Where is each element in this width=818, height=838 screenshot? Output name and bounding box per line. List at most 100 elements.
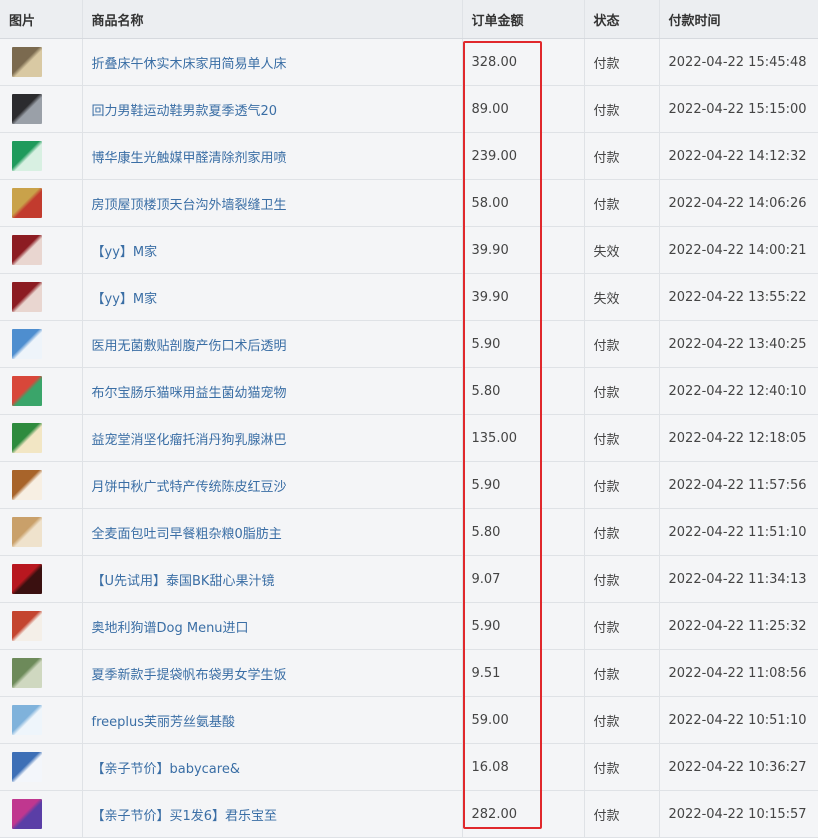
product-name-link[interactable]: freeplus芙丽芳丝氨基酸 bbox=[92, 715, 236, 730]
table-row[interactable]: 夏季新款手提袋帆布袋男女学生饭 9.51 付款 2022-04-22 11:08:56 bbox=[0, 649, 818, 697]
table-row[interactable]: 全麦面包吐司早餐粗杂粮0脂肪主 5.80 付款 2022-04-22 11:51:10 bbox=[0, 508, 818, 556]
product-name-cell: 夏季新款手提袋帆布袋男女学生饭 bbox=[82, 649, 463, 697]
product-image-cell bbox=[0, 508, 83, 556]
order-amount: 59.00 bbox=[462, 696, 585, 744]
payment-time: 2022-04-22 10:51:10 bbox=[659, 696, 818, 744]
product-name-cell: 医用无菌敷贴剖腹产伤口术后透明 bbox=[82, 320, 463, 368]
payment-time: 2022-04-22 12:18:05 bbox=[659, 414, 818, 462]
table-row[interactable]: 奥地利狗谱Dog Menu进口 5.90 付款 2022-04-22 11:25:32 bbox=[0, 602, 818, 650]
product-image-cell bbox=[0, 38, 83, 86]
table-row[interactable]: 房顶屋顶楼顶天台沟外墙裂缝卫生 58.00 付款 2022-04-22 14:06:2… bbox=[0, 179, 818, 227]
product-thumbnail[interactable] bbox=[12, 235, 42, 265]
product-thumbnail[interactable] bbox=[12, 376, 42, 406]
table-row[interactable]: 【亲子节价】买1发6】君乐宝至 282.00 付款 2022-04-22 10:15:… bbox=[0, 790, 818, 838]
payment-time: 2022-04-22 13:40:25 bbox=[659, 320, 818, 368]
payment-time: 2022-04-22 14:00:21 bbox=[659, 226, 818, 274]
order-amount: 5.80 bbox=[462, 367, 585, 415]
product-name-link[interactable]: 【亲子节价】买1发6】君乐宝至 bbox=[92, 809, 278, 824]
product-thumbnail[interactable] bbox=[12, 658, 42, 688]
product-name-link[interactable]: 【U先试用】泰国BK甜心果汁镜 bbox=[92, 574, 275, 589]
product-name-link[interactable]: 折叠床午休实木床家用简易单人床 bbox=[92, 57, 287, 72]
header-payment-time[interactable]: 付款时间 bbox=[659, 0, 818, 39]
table-row[interactable]: 【亲子节价】babycare& 16.08 付款 2022-04-22 10:36:2… bbox=[0, 743, 818, 791]
order-amount: 5.90 bbox=[462, 320, 585, 368]
order-amount: 58.00 bbox=[462, 179, 585, 227]
table-header-row: 图片 商品名称 订单金额 状态 付款时间 bbox=[0, 0, 818, 39]
table-row[interactable]: freeplus芙丽芳丝氨基酸 59.00 付款 2022-04-22 10:51:1… bbox=[0, 696, 818, 744]
product-image-cell bbox=[0, 461, 83, 509]
payment-time: 2022-04-22 15:45:48 bbox=[659, 38, 818, 86]
order-status: 付款 bbox=[584, 320, 660, 368]
product-name-link[interactable]: 【亲子节价】babycare& bbox=[92, 762, 240, 777]
product-thumbnail[interactable] bbox=[12, 517, 42, 547]
order-amount: 282.00 bbox=[462, 790, 585, 838]
order-status: 付款 bbox=[584, 696, 660, 744]
order-status: 付款 bbox=[584, 132, 660, 180]
order-amount: 5.80 bbox=[462, 508, 585, 556]
payment-time: 2022-04-22 12:40:10 bbox=[659, 367, 818, 415]
product-name-link[interactable]: 回力男鞋运动鞋男款夏季透气20 bbox=[92, 104, 278, 119]
product-thumbnail[interactable] bbox=[12, 470, 42, 500]
product-name-cell: 布尔宝肠乐猫咪用益生菌幼猫宠物 bbox=[82, 367, 463, 415]
product-name-cell: 益宠堂消坚化瘤托消丹狗乳腺淋巴 bbox=[82, 414, 463, 462]
order-status: 付款 bbox=[584, 414, 660, 462]
table-row[interactable]: 益宠堂消坚化瘤托消丹狗乳腺淋巴 135.00 付款 2022-04-22 12:18:… bbox=[0, 414, 818, 462]
payment-time: 2022-04-22 15:15:00 bbox=[659, 85, 818, 133]
order-amount: 16.08 bbox=[462, 743, 585, 791]
header-status[interactable]: 状态 bbox=[584, 0, 660, 39]
product-thumbnail[interactable] bbox=[12, 611, 42, 641]
product-image-cell bbox=[0, 602, 83, 650]
product-thumbnail[interactable] bbox=[12, 94, 42, 124]
order-status: 付款 bbox=[584, 38, 660, 86]
order-amount: 239.00 bbox=[462, 132, 585, 180]
product-name-cell: 全麦面包吐司早餐粗杂粮0脂肪主 bbox=[82, 508, 463, 556]
table-row[interactable]: 医用无菌敷贴剖腹产伤口术后透明 5.90 付款 2022-04-22 13:40:25 bbox=[0, 320, 818, 368]
product-thumbnail[interactable] bbox=[12, 705, 42, 735]
order-amount: 9.51 bbox=[462, 649, 585, 697]
product-name-link[interactable]: 奥地利狗谱Dog Menu进口 bbox=[92, 621, 249, 636]
order-amount: 9.07 bbox=[462, 555, 585, 603]
product-thumbnail[interactable] bbox=[12, 188, 42, 218]
product-thumbnail[interactable] bbox=[12, 752, 42, 782]
payment-time: 2022-04-22 11:08:56 bbox=[659, 649, 818, 697]
product-name-link[interactable]: 【yy】M家 bbox=[92, 245, 158, 260]
product-image-cell bbox=[0, 367, 83, 415]
product-thumbnail[interactable] bbox=[12, 282, 42, 312]
product-image-cell bbox=[0, 132, 83, 180]
product-name-cell: 【亲子节价】babycare& bbox=[82, 743, 463, 791]
order-status: 付款 bbox=[584, 461, 660, 509]
product-name-link[interactable]: 【yy】M家 bbox=[92, 292, 158, 307]
order-status: 付款 bbox=[584, 649, 660, 697]
table-row[interactable]: 【yy】M家 39.90 失效 2022-04-22 14:00:21 bbox=[0, 226, 818, 274]
product-image-cell bbox=[0, 85, 83, 133]
product-thumbnail[interactable] bbox=[12, 564, 42, 594]
product-thumbnail[interactable] bbox=[12, 423, 42, 453]
product-thumbnail[interactable] bbox=[12, 47, 42, 77]
product-image-cell bbox=[0, 790, 83, 838]
product-thumbnail[interactable] bbox=[12, 329, 42, 359]
product-name-link[interactable]: 夏季新款手提袋帆布袋男女学生饭 bbox=[92, 668, 287, 683]
payment-time: 2022-04-22 11:25:32 bbox=[659, 602, 818, 650]
product-name-link[interactable]: 益宠堂消坚化瘤托消丹狗乳腺淋巴 bbox=[92, 433, 287, 448]
product-name-link[interactable]: 医用无菌敷贴剖腹产伤口术后透明 bbox=[92, 339, 287, 354]
table-row[interactable]: 折叠床午休实木床家用简易单人床 328.00 付款 2022-04-22 15:45:… bbox=[0, 38, 818, 86]
table-row[interactable]: 【yy】M家 39.90 失效 2022-04-22 13:55:22 bbox=[0, 273, 818, 321]
order-amount: 5.90 bbox=[462, 602, 585, 650]
product-thumbnail[interactable] bbox=[12, 141, 42, 171]
header-image[interactable]: 图片 bbox=[0, 0, 83, 39]
table-row[interactable]: 回力男鞋运动鞋男款夏季透气20 89.00 付款 2022-04-22 15:15:0… bbox=[0, 85, 818, 133]
product-thumbnail[interactable] bbox=[12, 799, 42, 829]
header-product-name[interactable]: 商品名称 bbox=[82, 0, 463, 39]
product-name-link[interactable]: 布尔宝肠乐猫咪用益生菌幼猫宠物 bbox=[92, 386, 287, 401]
product-name-link[interactable]: 房顶屋顶楼顶天台沟外墙裂缝卫生 bbox=[92, 198, 287, 213]
product-name-link[interactable]: 博华康生光触媒甲醛清除剂家用喷 bbox=[92, 151, 287, 166]
table-row[interactable]: 布尔宝肠乐猫咪用益生菌幼猫宠物 5.80 付款 2022-04-22 12:40:10 bbox=[0, 367, 818, 415]
table-row[interactable]: 【U先试用】泰国BK甜心果汁镜 9.07 付款 2022-04-22 11:34:13 bbox=[0, 555, 818, 603]
table-row[interactable]: 月饼中秋广式特产传统陈皮红豆沙 5.90 付款 2022-04-22 11:57:56 bbox=[0, 461, 818, 509]
order-status: 付款 bbox=[584, 743, 660, 791]
product-name-link[interactable]: 全麦面包吐司早餐粗杂粮0脂肪主 bbox=[92, 527, 282, 542]
product-name-cell: 奥地利狗谱Dog Menu进口 bbox=[82, 602, 463, 650]
product-name-link[interactable]: 月饼中秋广式特产传统陈皮红豆沙 bbox=[92, 480, 287, 495]
table-row[interactable]: 博华康生光触媒甲醛清除剂家用喷 239.00 付款 2022-04-22 14:12:… bbox=[0, 132, 818, 180]
header-order-amount[interactable]: 订单金额 bbox=[462, 0, 585, 39]
